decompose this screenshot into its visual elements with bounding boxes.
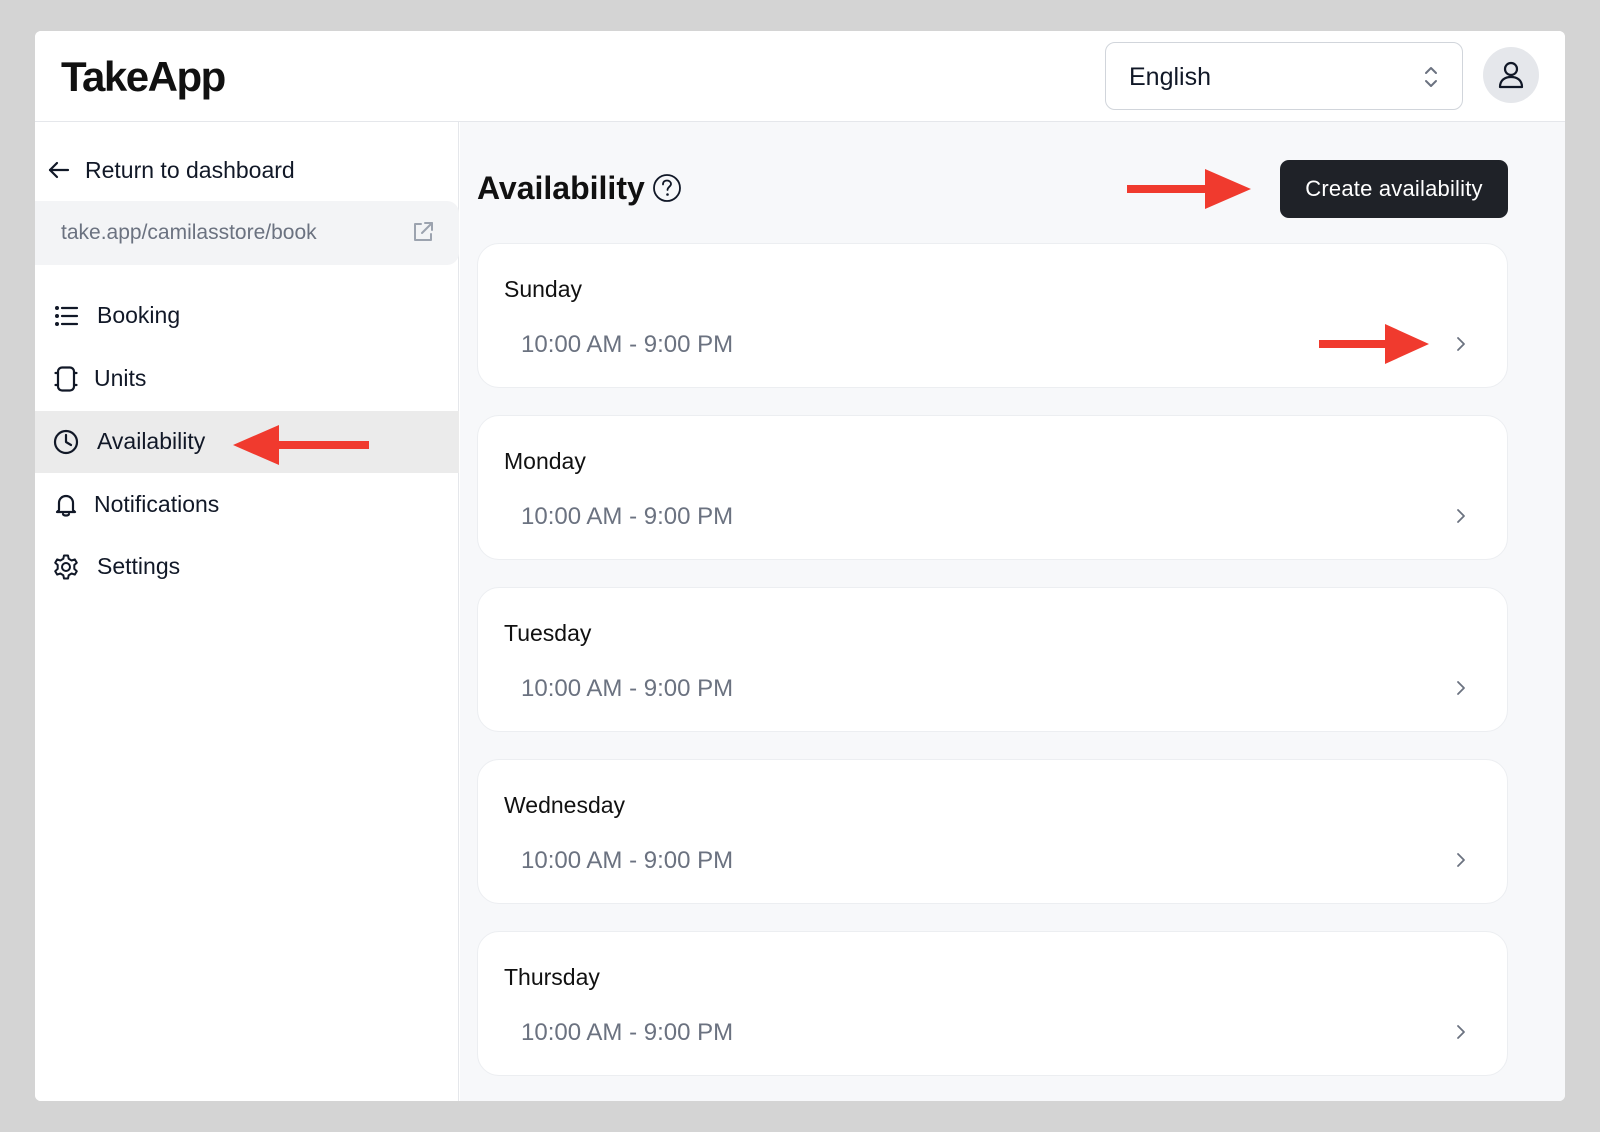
return-to-dashboard-link[interactable]: Return to dashboard (47, 152, 437, 188)
day-name: Tuesday (504, 620, 592, 646)
day-hours: 10:00 AM - 9:00 PM (521, 1019, 734, 1046)
day-card-wednesday[interactable]: Wednesday 10:00 AM - 9:00 PM (477, 759, 1508, 904)
clock-icon (53, 429, 79, 455)
chevron-up-down-icon (1425, 67, 1437, 87)
language-select[interactable]: English (1105, 42, 1463, 110)
chevron-right-icon (1457, 853, 1465, 867)
sidebar-item-label: Notifications (94, 491, 220, 517)
day-card-monday[interactable]: Monday 10:00 AM - 9:00 PM (477, 415, 1508, 560)
day-hours: 10:00 AM - 9:00 PM (521, 675, 734, 702)
day-name: Sunday (504, 276, 583, 302)
user-avatar-button[interactable] (1483, 47, 1539, 103)
sidebar: Return to dashboard take.app/camilasstor… (35, 122, 459, 1101)
app-window: TakeApp English Return to dashboard take… (35, 31, 1565, 1101)
create-availability-button[interactable]: Create availability (1280, 160, 1508, 218)
list-icon (55, 306, 79, 326)
page-title: Availability (477, 170, 645, 206)
day-card-thursday[interactable]: Thursday 10:00 AM - 9:00 PM (477, 931, 1508, 1076)
app-logo[interactable]: TakeApp (61, 53, 226, 101)
day-hours: 10:00 AM - 9:00 PM (521, 331, 734, 358)
language-select-value: English (1129, 63, 1211, 91)
top-header: TakeApp English (35, 31, 1565, 122)
gear-icon (54, 554, 78, 580)
return-to-dashboard-label: Return to dashboard (85, 156, 295, 183)
annotation-arrow-right (1319, 324, 1429, 364)
day-name: Wednesday (504, 792, 626, 818)
sidebar-item-label: Units (94, 365, 147, 391)
sidebar-item-label: Settings (97, 553, 181, 579)
sidebar-item-label: Booking (97, 302, 181, 328)
external-link-icon[interactable] (410, 219, 436, 245)
sidebar-item-label: Availability (97, 428, 206, 454)
day-hours: 10:00 AM - 9:00 PM (521, 847, 734, 874)
annotation-arrow-right (1127, 169, 1251, 209)
day-card-tuesday[interactable]: Tuesday 10:00 AM - 9:00 PM (477, 587, 1508, 732)
help-icon[interactable] (652, 173, 682, 203)
sidebar-item-notifications[interactable]: Notifications (35, 474, 459, 536)
chevron-right-icon (1457, 1025, 1465, 1039)
bell-icon (55, 494, 77, 517)
chevron-right-icon (1457, 681, 1465, 695)
day-card-sunday[interactable]: Sunday 10:00 AM - 9:00 PM (477, 243, 1508, 388)
user-icon (1498, 61, 1524, 89)
store-url-box[interactable]: take.app/camilasstore/book (35, 201, 459, 265)
arrow-left-icon (48, 161, 70, 179)
sidebar-item-units[interactable]: Units (35, 348, 459, 410)
sidebar-item-booking[interactable]: Booking (35, 285, 459, 347)
sidebar-item-settings[interactable]: Settings (35, 536, 459, 598)
day-name: Thursday (504, 964, 600, 990)
day-name: Monday (504, 448, 586, 474)
chevron-right-icon (1457, 337, 1465, 351)
annotation-arrow-left (233, 425, 369, 465)
chevron-right-icon (1457, 509, 1465, 523)
main-content: Availability Create availability Sunday … (460, 122, 1565, 1101)
store-url-text: take.app/camilasstore/book (61, 221, 317, 244)
day-hours: 10:00 AM - 9:00 PM (521, 503, 734, 530)
device-icon (54, 366, 78, 392)
